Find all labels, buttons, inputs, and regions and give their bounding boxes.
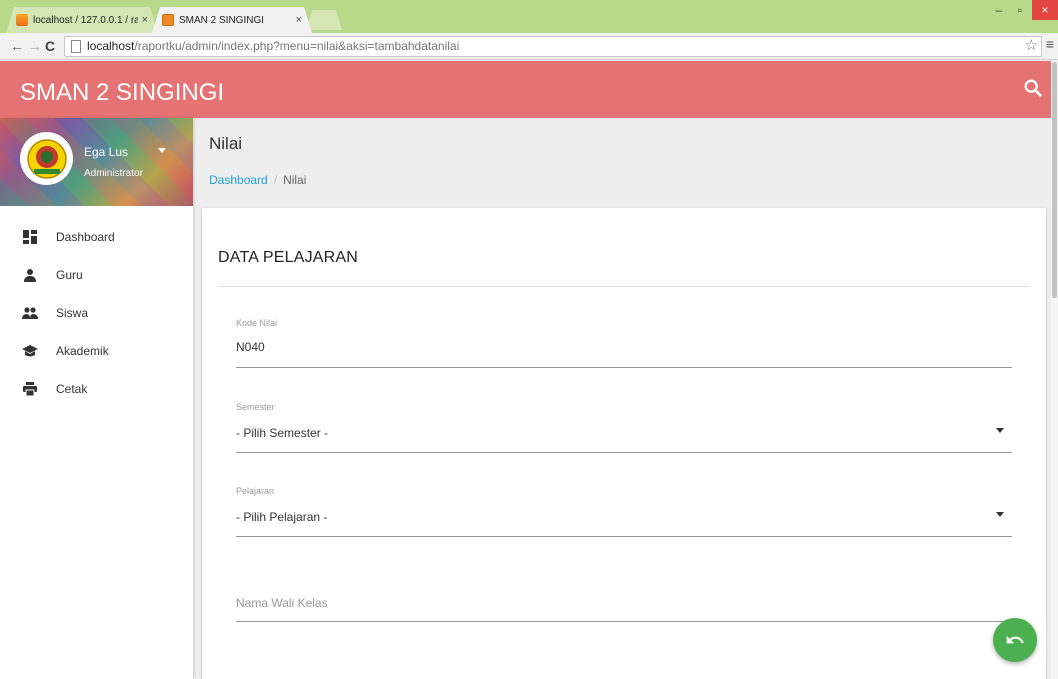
url-host: localhost bbox=[87, 39, 135, 53]
school-logo-icon bbox=[26, 138, 67, 179]
tab-title: localhost / 127.0.0.1 / rapo bbox=[33, 14, 138, 26]
print-icon bbox=[22, 381, 38, 397]
back-fab-button[interactable] bbox=[993, 618, 1037, 662]
chevron-down-icon[interactable] bbox=[158, 148, 166, 153]
sidebar-item-label: Cetak bbox=[56, 382, 88, 396]
user-role: Administrator bbox=[84, 168, 143, 179]
search-icon[interactable] bbox=[1022, 77, 1044, 99]
address-bar: ← → C localhost/raportku/admin/index.php… bbox=[0, 33, 1058, 60]
field-label: Pelajaran bbox=[236, 486, 275, 496]
close-icon[interactable]: × bbox=[296, 14, 302, 26]
app-header: SMAN 2 SINGINGI bbox=[0, 61, 1058, 118]
pelajaran-select[interactable]: Pelajaran - Pilih Pelajaran - bbox=[236, 486, 1012, 537]
app-title[interactable]: SMAN 2 SINGINGI bbox=[20, 79, 224, 107]
sidebar: Ega Lus Administrator Dashboard Guru Sis… bbox=[0, 118, 193, 679]
sidebar-item-akademik[interactable]: Akademik bbox=[0, 332, 193, 370]
site-favicon-icon bbox=[162, 14, 174, 26]
page-icon bbox=[71, 40, 81, 53]
browser-tab-bar: localhost / 127.0.0.1 / rapo × SMAN 2 SI… bbox=[0, 0, 1058, 33]
browser-menu-icon[interactable]: ≡ bbox=[1046, 36, 1054, 52]
user-name[interactable]: Ega Lus bbox=[84, 145, 128, 159]
person-icon bbox=[22, 267, 38, 283]
undo-icon bbox=[1006, 635, 1024, 644]
card-title: DATA PELAJARAN bbox=[218, 249, 359, 266]
maximize-icon[interactable]: ▫ bbox=[1011, 0, 1029, 20]
people-icon bbox=[22, 305, 38, 321]
minimize-icon[interactable]: – bbox=[990, 0, 1008, 20]
reload-icon[interactable]: C bbox=[45, 38, 55, 54]
breadcrumb-separator: / bbox=[273, 173, 278, 187]
scrollbar-thumb[interactable] bbox=[1052, 62, 1057, 298]
browser-tab-phpmyadmin[interactable]: localhost / 127.0.0.1 / rapo × bbox=[6, 7, 158, 33]
graduation-cap-icon bbox=[22, 343, 38, 359]
nama-wali-kelas-field[interactable]: Nama Wali Kelas bbox=[236, 592, 1012, 622]
kode-nilai-input[interactable]: N040 bbox=[236, 340, 265, 354]
sidebar-menu: Dashboard Guru Siswa Akademik Cetak bbox=[0, 218, 193, 408]
sidebar-item-guru[interactable]: Guru bbox=[0, 256, 193, 294]
page-header: Nilai bbox=[209, 134, 242, 154]
field-label: Semester bbox=[236, 402, 275, 412]
divider bbox=[218, 286, 1030, 287]
nama-wali-kelas-input[interactable]: Nama Wali Kelas bbox=[236, 596, 328, 610]
sidebar-item-label: Siswa bbox=[56, 306, 89, 320]
bookmark-star-icon[interactable]: ☆ bbox=[1025, 36, 1038, 54]
dropdown-arrow-icon[interactable] bbox=[996, 512, 1004, 517]
page-title: Nilai bbox=[209, 134, 243, 153]
sidebar-item-label: Guru bbox=[56, 268, 83, 282]
tab-title: SMAN 2 SINGINGI bbox=[179, 14, 265, 26]
breadcrumb-link-dashboard[interactable]: Dashboard bbox=[209, 173, 268, 187]
new-tab-button[interactable] bbox=[306, 10, 342, 30]
url-input[interactable]: localhost/raportku/admin/index.php?menu=… bbox=[64, 36, 1042, 57]
dashboard-icon bbox=[22, 229, 38, 245]
forward-arrow-icon[interactable]: → bbox=[28, 38, 42, 54]
dropdown-arrow-icon[interactable] bbox=[996, 428, 1004, 433]
browser-tab-active[interactable]: SMAN 2 SINGINGI × bbox=[152, 7, 312, 33]
close-icon[interactable]: × bbox=[142, 14, 148, 26]
phpmyadmin-icon bbox=[16, 14, 28, 26]
breadcrumb: Dashboard / Nilai bbox=[209, 173, 306, 187]
window-close-icon[interactable]: × bbox=[1032, 0, 1058, 20]
breadcrumb-current: Nilai bbox=[283, 173, 307, 187]
sidebar-item-siswa[interactable]: Siswa bbox=[0, 294, 193, 332]
sidebar-item-cetak[interactable]: Cetak bbox=[0, 370, 193, 408]
sidebar-item-label: Dashboard bbox=[56, 230, 115, 244]
pelajaran-selected-value[interactable]: - Pilih Pelajaran - bbox=[236, 510, 327, 524]
form-card: DATA PELAJARAN Kode Nilai N040 Semester … bbox=[202, 208, 1046, 679]
sidebar-item-dashboard[interactable]: Dashboard bbox=[0, 218, 193, 256]
kode-nilai-field[interactable]: Kode Nilai N040 bbox=[236, 318, 1012, 368]
user-info-panel: Ega Lus Administrator bbox=[0, 118, 193, 206]
semester-selected-value[interactable]: - Pilih Semester - bbox=[236, 426, 328, 440]
back-arrow-icon[interactable]: ← bbox=[10, 38, 24, 54]
sidebar-item-label: Akademik bbox=[56, 344, 109, 358]
field-label: Kode Nilai bbox=[236, 318, 278, 328]
url-path: /raportku/admin/index.php?menu=nilai&aks… bbox=[134, 39, 460, 53]
avatar bbox=[20, 132, 73, 185]
semester-select[interactable]: Semester - Pilih Semester - bbox=[236, 402, 1012, 453]
